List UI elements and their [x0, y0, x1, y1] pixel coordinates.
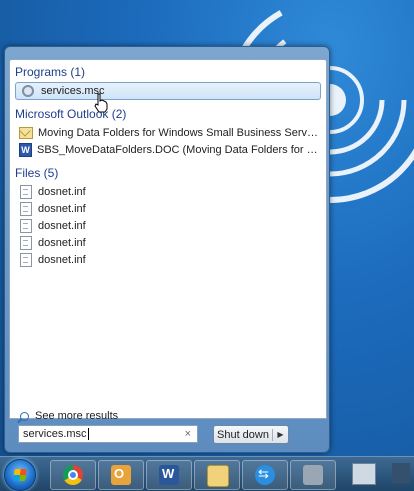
taskbar-explorer[interactable] — [194, 460, 240, 490]
result-services-msc[interactable]: services.msc — [15, 82, 321, 100]
result-label: Moving Data Folders for Windows Small Bu… — [38, 126, 319, 139]
see-more-results-link[interactable]: See more results — [20, 410, 118, 422]
result-file[interactable]: dosnet.inf — [15, 183, 319, 200]
gear-icon — [22, 85, 34, 97]
file-icon — [20, 252, 32, 267]
search-input[interactable]: services.msc × — [18, 425, 198, 443]
hand-pointer-cursor-icon — [94, 93, 108, 113]
result-label: dosnet.inf — [38, 253, 86, 266]
search-input-value: services.msc — [23, 428, 87, 440]
files-header[interactable]: Files (5) — [15, 166, 58, 180]
tray-overflow-icon[interactable] — [392, 463, 410, 483]
result-file[interactable]: dosnet.inf — [15, 251, 319, 268]
result-label: dosnet.inf — [38, 202, 86, 215]
taskbar-outlook[interactable] — [98, 460, 144, 490]
word-icon — [159, 465, 179, 485]
chrome-icon — [63, 465, 83, 485]
result-file[interactable]: dosnet.inf — [15, 200, 319, 217]
outlook-header[interactable]: Microsoft Outlook (2) — [15, 107, 126, 121]
result-file[interactable]: dosnet.inf — [15, 217, 319, 234]
result-label: dosnet.inf — [38, 236, 86, 249]
shutdown-button[interactable]: Shut down ▶ — [213, 425, 289, 444]
result-label: dosnet.inf — [38, 219, 86, 232]
shutdown-label: Shut down — [214, 428, 273, 441]
file-icon — [20, 235, 32, 250]
explorer-folder-icon — [207, 465, 229, 487]
taskbar-chrome[interactable] — [50, 460, 96, 490]
clear-search-icon[interactable]: × — [185, 428, 191, 440]
email-icon — [19, 126, 33, 139]
programs-header[interactable]: Programs (1) — [15, 65, 85, 79]
start-orb-icon[interactable] — [4, 459, 36, 491]
start-menu: Programs (1) services.msc Microsoft Outl… — [4, 46, 330, 453]
taskbar-teamviewer[interactable] — [242, 460, 288, 490]
result-label: dosnet.inf — [38, 185, 86, 198]
network-tray-icon[interactable] — [352, 463, 376, 485]
outlook-icon — [111, 465, 131, 485]
see-more-label: See more results — [35, 410, 119, 422]
text-caret — [87, 428, 89, 440]
file-icon — [20, 218, 32, 233]
result-outlook-email[interactable]: Moving Data Folders for Windows Small Bu… — [15, 124, 319, 141]
search-results-panel: Programs (1) services.msc Microsoft Outl… — [9, 59, 327, 422]
tool-icon — [303, 465, 323, 485]
file-icon — [20, 201, 32, 216]
teamviewer-icon — [255, 465, 275, 485]
result-file[interactable]: dosnet.inf — [15, 234, 319, 251]
word-document-icon: W — [19, 142, 32, 157]
result-label: SBS_MoveDataFolders.DOC (Moving Data Fol… — [37, 143, 319, 156]
search-icon — [20, 411, 29, 421]
file-icon — [20, 184, 32, 199]
shutdown-options-arrow-icon[interactable]: ▶ — [273, 430, 288, 439]
taskbar-word[interactable] — [146, 460, 192, 490]
result-outlook-doc[interactable]: W SBS_MoveDataFolders.DOC (Moving Data F… — [15, 141, 319, 158]
taskbar-tool[interactable] — [290, 460, 336, 490]
taskbar — [0, 456, 414, 491]
